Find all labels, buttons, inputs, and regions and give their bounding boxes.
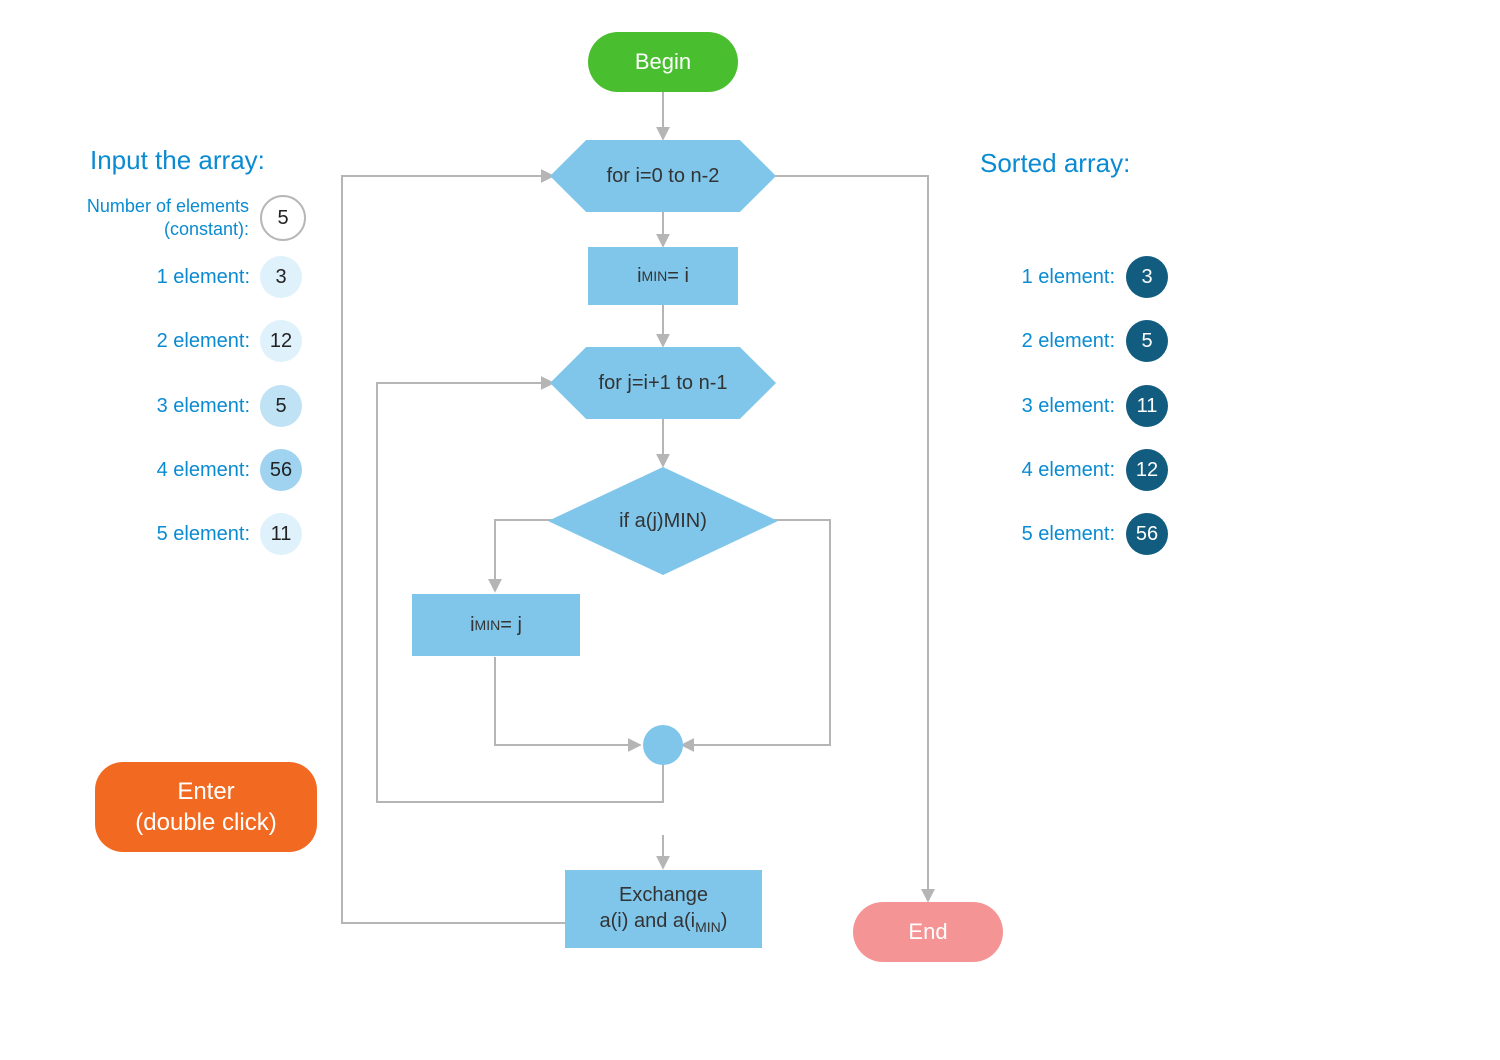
sorted-item-4-value: 12 <box>1126 449 1168 491</box>
input-item-5-value[interactable]: 11 <box>260 513 302 555</box>
sorted-item-2-label: 2 element: <box>960 330 1115 353</box>
enter-l2: (double click) <box>135 809 276 836</box>
flow-loop-j: for j=i+1 to n-1 <box>550 347 776 419</box>
num-elements-value[interactable]: 5 <box>260 195 306 241</box>
input-item-3-value[interactable]: 5 <box>260 385 302 427</box>
flow-exchange-l1: Exchange <box>619 884 708 906</box>
sorted-item-4-label: 4 element: <box>960 459 1115 482</box>
flow-assign-imin-j: iMIN = j <box>412 594 580 656</box>
flow-assign-imin-i: iMIN = i <box>588 247 738 305</box>
input-item-1-value[interactable]: 3 <box>260 256 302 298</box>
flow-exchange: Exchange a(i) and a(iMIN) <box>565 870 762 948</box>
flow-exchange-l2: a(i) and a(iMIN) <box>600 910 728 932</box>
sorted-item-1-label: 1 element: <box>960 266 1115 289</box>
enter-l1: Enter <box>177 778 234 805</box>
sorted-item-1-value: 3 <box>1126 256 1168 298</box>
num-elements-l2: (constant): <box>164 219 249 239</box>
flow-condition: if a(j)MIN) <box>548 467 778 575</box>
flow-begin: Begin <box>588 32 738 92</box>
sorted-item-2-value: 5 <box>1126 320 1168 362</box>
input-item-1-label: 1 element: <box>70 266 250 289</box>
flow-junction <box>643 725 683 765</box>
num-elements-l1: Number of elements <box>87 196 249 216</box>
num-elements-label: Number of elements (constant): <box>44 195 249 240</box>
input-item-3-label: 3 element: <box>70 395 250 418</box>
input-item-2-label: 2 element: <box>70 330 250 353</box>
input-item-4-label: 4 element: <box>70 459 250 482</box>
input-item-4-value[interactable]: 56 <box>260 449 302 491</box>
input-item-5-label: 5 element: <box>70 523 250 546</box>
input-item-2-value[interactable]: 12 <box>260 320 302 362</box>
sorted-heading: Sorted array: <box>980 148 1130 179</box>
flow-end: End <box>853 902 1003 962</box>
sorted-item-5-value: 56 <box>1126 513 1168 555</box>
sorted-item-3-label: 3 element: <box>960 395 1115 418</box>
enter-button[interactable]: Enter (double click) <box>95 762 317 852</box>
flow-loop-i: for i=0 to n-2 <box>550 140 776 212</box>
input-heading: Input the array: <box>90 145 265 176</box>
sorted-item-5-label: 5 element: <box>960 523 1115 546</box>
sorted-item-3-value: 11 <box>1126 385 1168 427</box>
